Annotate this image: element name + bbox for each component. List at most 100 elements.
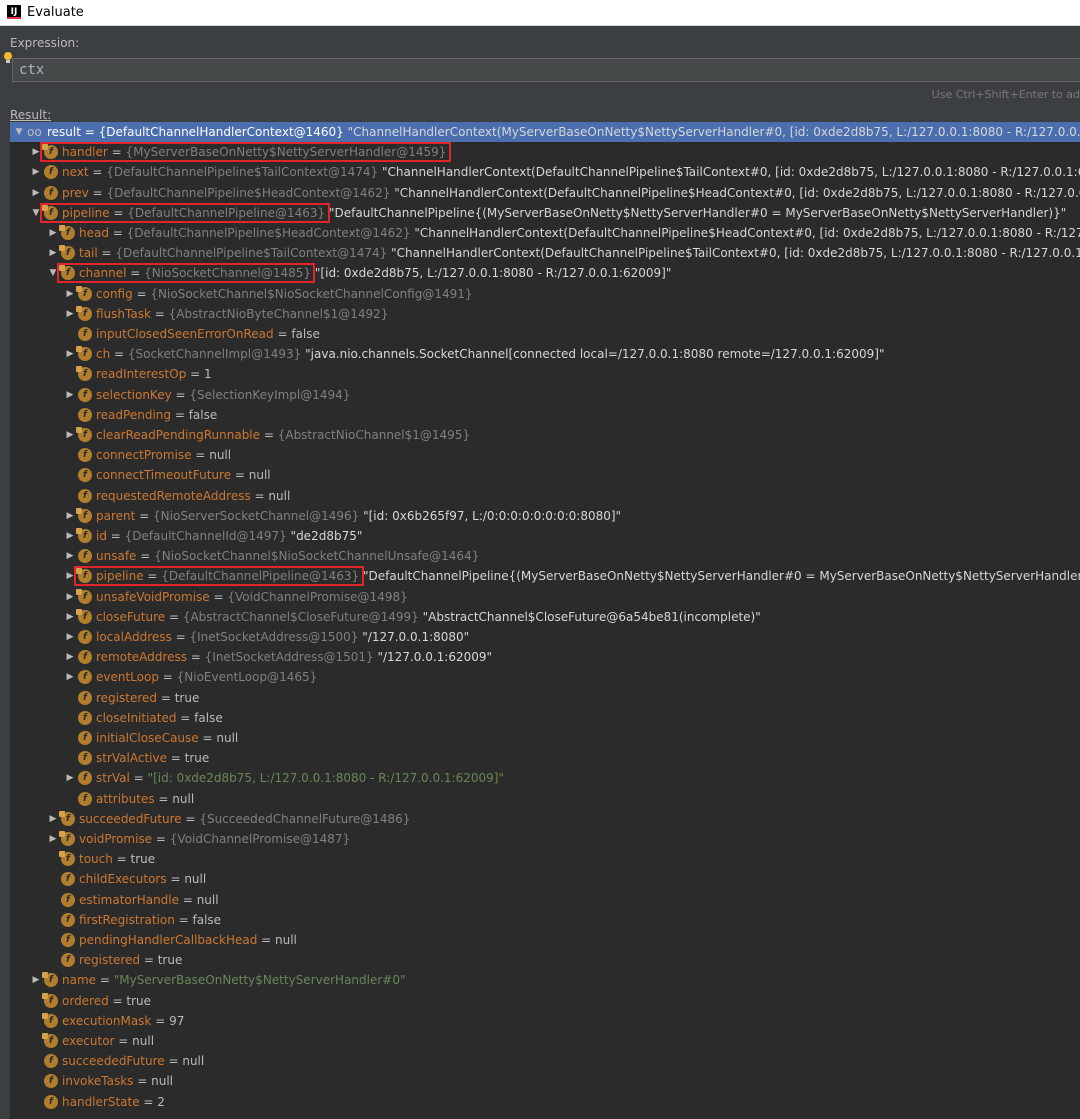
field-icon: f — [42, 992, 58, 1008]
expand-right-arrow-icon[interactable]: ▶ — [47, 243, 59, 263]
tree-row[interactable]: f executor = null — [10, 1031, 1080, 1051]
tree-row[interactable]: ▼ f channel = {NioSocketChannel@1485} "[id… — [10, 263, 1080, 284]
expand-right-arrow-icon[interactable]: ▶ — [64, 768, 76, 788]
variable-name: succeededFuture — [62, 1054, 165, 1069]
object-reference: {InetSocketAddress@1501} — [204, 650, 374, 665]
expand-right-arrow-icon[interactable]: ▶ — [30, 970, 42, 990]
tree-row-text: childExecutors = null — [79, 869, 206, 889]
tree-row[interactable]: ▶ f localAddress = {InetSocketAddress@1500… — [10, 627, 1080, 647]
tree-row[interactable]: f readInterestOp = 1 — [10, 364, 1080, 384]
tree-row[interactable]: ▶ f unsafe = {NioSocketChannel$NioSocketCh… — [10, 546, 1080, 566]
result-tree[interactable]: ▼ oo result = {DefaultChannelHandlerContex… — [10, 122, 1080, 1119]
equals-sign: = — [171, 407, 189, 422]
tree-row[interactable]: ▶ f unsafeVoidPromise = {VoidChannelPromis… — [10, 587, 1080, 607]
tree-row[interactable]: f closeInitiated = false — [10, 708, 1080, 728]
variable-value: "MyServerBaseOnNetty$NettyServerHandler#… — [113, 973, 406, 988]
expand-right-arrow-icon[interactable]: ▶ — [64, 526, 76, 546]
tree-row[interactable]: f pendingHandlerCallbackHead = null — [10, 930, 1080, 950]
variable-value: "ChannelHandlerContext(DefaultChannelPip… — [394, 185, 1080, 200]
tree-row[interactable]: ▶ f pipeline = {DefaultChannelPipeline@146… — [10, 566, 1080, 587]
expand-right-arrow-icon[interactable]: ▶ — [64, 304, 76, 324]
object-reference: {DefaultChannelHandlerContext@1460} — [98, 125, 344, 139]
tree-row[interactable]: ▶ f eventLoop = {NioEventLoop@1465} — [10, 667, 1080, 687]
tree-row[interactable]: ▼ f pipeline = {DefaultChannelPipeline@146… — [10, 202, 1080, 223]
tree-row[interactable]: ▶ f config = {NioSocketChannel$NioSocketCh… — [10, 284, 1080, 304]
tree-row-text: clearReadPendingRunnable = {AbstractNioC… — [96, 425, 470, 445]
variable-name: config — [96, 286, 133, 301]
tree-row[interactable]: ▶ f name = "MyServerBaseOnNetty$NettyServe… — [10, 970, 1080, 990]
object-reference: {SelectionKeyImpl@1494} — [189, 387, 351, 402]
tree-row[interactable]: ▶ f clearReadPendingRunnable = {AbstractNi… — [10, 425, 1080, 445]
tree-row[interactable]: f requestedRemoteAddress = null — [10, 486, 1080, 506]
highlight-box — [74, 566, 364, 587]
tree-row-text: ordered = true — [62, 991, 151, 1011]
tree-row[interactable]: f connectTimeoutFuture = null — [10, 465, 1080, 485]
tree-row[interactable]: f registered = true — [10, 688, 1080, 708]
field-icon: f — [78, 387, 92, 402]
expand-right-arrow-icon[interactable]: ▶ — [47, 829, 59, 849]
tree-row[interactable]: f touch = true — [10, 849, 1080, 869]
tree-row[interactable]: ▶ f selectionKey = {SelectionKeyImpl@1494} — [10, 385, 1080, 405]
tree-row[interactable]: ▶ f flushTask = {AbstractNioByteChannel$1@… — [10, 304, 1080, 324]
object-reference: {VoidChannelPromise@1487} — [169, 832, 351, 846]
lightbulb-icon[interactable] — [4, 52, 12, 63]
tree-row-selected[interactable]: ▼ oo result = {DefaultChannelHandlerContex… — [10, 122, 1080, 142]
expand-right-arrow-icon[interactable]: ▶ — [30, 183, 42, 203]
tree-row-text: id = {DefaultChannelId@1497} "de2d8b75" — [96, 526, 362, 546]
tree-row[interactable]: f attributes = null — [10, 789, 1080, 809]
equals-sign: = — [132, 286, 151, 301]
expand-right-arrow-icon[interactable]: ▶ — [30, 162, 42, 182]
tree-row[interactable]: f executionMask = 97 — [10, 1011, 1080, 1031]
tree-row[interactable]: f initialCloseCause = null — [10, 728, 1080, 748]
equals-sign: = — [106, 529, 125, 543]
expand-down-arrow-icon[interactable]: ▼ — [13, 122, 25, 142]
expand-right-arrow-icon[interactable]: ▶ — [64, 385, 76, 405]
tree-row[interactable]: ▶ f succeededFuture = {SucceededChannelFut… — [10, 809, 1080, 829]
expand-right-arrow-icon[interactable]: ▶ — [64, 647, 76, 667]
tree-row[interactable]: f invokeTasks = null — [10, 1071, 1080, 1091]
tree-row[interactable]: ▶ f strVal = "[id: 0xde2d8b75, L:/127.0.0.… — [10, 768, 1080, 788]
tree-row[interactable]: ▶ f handler = {MyServerBaseOnNetty$NettySe… — [10, 142, 1080, 163]
expand-right-arrow-icon[interactable]: ▶ — [64, 546, 76, 566]
variable-name: localAddress — [96, 630, 172, 644]
expand-right-arrow-icon[interactable]: ▶ — [47, 223, 59, 243]
tree-row[interactable]: ▶ f ch = {SocketChannelImpl@1493} "java.ni… — [10, 344, 1080, 364]
tree-row[interactable]: ▶ f id = {DefaultChannelId@1497} "de2d8b75… — [10, 526, 1080, 546]
tree-row[interactable]: f strValActive = true — [10, 748, 1080, 768]
tree-row[interactable]: ▶ f voidPromise = {VoidChannelPromise@1487… — [10, 829, 1080, 849]
tree-row[interactable]: ▶ f tail = {DefaultChannelPipeline$TailCon… — [10, 243, 1080, 263]
tree-row-text: closeInitiated = false — [96, 708, 223, 728]
lock-icon — [42, 992, 48, 999]
expand-right-arrow-icon[interactable]: ▶ — [64, 627, 76, 647]
tree-row[interactable]: f firstRegistration = false — [10, 910, 1080, 930]
expand-right-arrow-icon[interactable]: ▶ — [64, 344, 76, 364]
lock-icon — [42, 1012, 48, 1019]
tree-row[interactable]: ▶ f remoteAddress = {InetSocketAddress@150… — [10, 647, 1080, 667]
tree-row[interactable]: f inputClosedSeenErrorOnRead = false — [10, 324, 1080, 344]
tree-row[interactable]: f succeededFuture = null — [10, 1051, 1080, 1071]
expand-right-arrow-icon[interactable]: ▶ — [64, 506, 76, 526]
expand-right-arrow-icon[interactable]: ▶ — [64, 587, 76, 607]
tree-row[interactable]: ▶ f head = {DefaultChannelPipeline$HeadCon… — [10, 223, 1080, 243]
tree-row[interactable]: f registered = true — [10, 950, 1080, 970]
tree-row[interactable]: f estimatorHandle = null — [10, 890, 1080, 910]
tree-row[interactable]: f connectPromise = null — [10, 445, 1080, 465]
expand-right-arrow-icon[interactable]: ▶ — [64, 667, 76, 687]
field-icon: f — [78, 690, 92, 705]
expand-right-arrow-icon[interactable]: ▶ — [64, 425, 76, 445]
tree-row[interactable]: ▶ f next = {DefaultChannelPipeline$TailCon… — [10, 162, 1080, 182]
tree-row[interactable]: f childExecutors = null — [10, 869, 1080, 889]
tree-row[interactable]: ▶ f parent = {NioServerSocketChannel@1496}… — [10, 506, 1080, 526]
tree-row[interactable]: f readPending = false — [10, 405, 1080, 425]
tree-row[interactable]: ▶ f prev = {DefaultChannelPipeline$HeadCon… — [10, 183, 1080, 203]
expression-input[interactable] — [12, 58, 1080, 82]
tree-row[interactable]: f ordered = true — [10, 991, 1080, 1011]
equals-sign: = — [108, 993, 127, 1008]
variable-value: "ChannelHandlerContext(DefaultChannelPip… — [382, 165, 1080, 180]
expand-right-arrow-icon[interactable]: ▶ — [64, 284, 76, 304]
expand-right-arrow-icon[interactable]: ▶ — [47, 809, 59, 829]
tree-row[interactable]: f handlerState = 2 — [10, 1092, 1080, 1112]
intellij-icon: IJ — [7, 5, 21, 19]
tree-row[interactable]: ▶ f closeFuture = {AbstractChannel$CloseFu… — [10, 607, 1080, 627]
expand-right-arrow-icon[interactable]: ▶ — [64, 607, 76, 627]
